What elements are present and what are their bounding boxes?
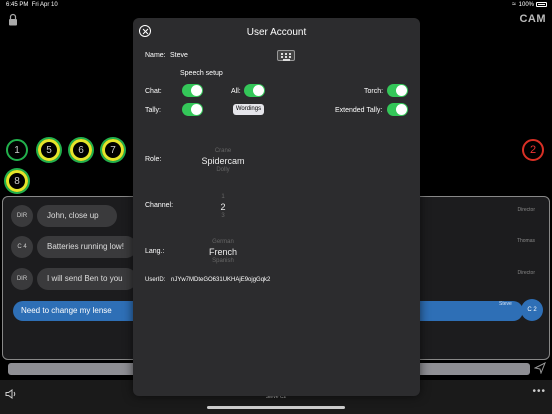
torch-toggle[interactable] — [387, 84, 408, 97]
message-bubble: Batteries running low! — [37, 236, 137, 258]
channel-label: Channel: — [145, 202, 174, 209]
message-sender: Director — [517, 207, 535, 213]
name-value[interactable]: Steve — [170, 52, 188, 59]
picker-option: 1 — [221, 194, 225, 200]
keyboard-icon[interactable] — [277, 50, 295, 61]
lock-icon[interactable] — [8, 13, 18, 26]
channel-button-6[interactable]: 6 — [70, 139, 92, 161]
picker-option: Dolly — [216, 167, 230, 173]
user-account-dialog: User Account Name: Steve Speech setup Ch… — [133, 18, 420, 396]
language-label: Lang.: — [145, 248, 165, 255]
picker-selected: French — [208, 247, 237, 257]
speech-setup-label: Speech setup — [180, 70, 223, 77]
torch-label: Torch: — [364, 88, 384, 95]
user-id-value: nJYw7MDteGO631UKHAjE9ojgGqk2 — [171, 277, 271, 283]
battery-percent: 100% — [518, 2, 534, 8]
channel-button-2[interactable]: 2 — [522, 139, 544, 161]
picker-option: German — [212, 239, 234, 245]
picker-option: 3 — [221, 213, 225, 219]
battery-icon — [536, 2, 547, 7]
channel-button-5[interactable]: 5 — [38, 139, 60, 161]
role-picker[interactable]: Crane Spidercam Dolly — [193, 147, 253, 175]
message-bubble: John, close up — [37, 205, 117, 227]
status-time: 6:45 PM Fri Apr 10 — [6, 2, 58, 8]
user-id-label: UserID: — [145, 277, 166, 283]
avatar: DIR — [11, 268, 33, 290]
chat-toggle[interactable] — [182, 84, 203, 97]
channel-picker[interactable]: 1 2 3 — [193, 193, 253, 221]
cam-label: CAM — [519, 13, 546, 25]
picker-selected: 2 — [220, 202, 226, 212]
name-label: Name: — [145, 52, 166, 59]
avatar: C 4 — [11, 236, 33, 258]
channel-button-8[interactable]: 8 — [6, 170, 28, 192]
message-sender: Steve — [499, 301, 512, 307]
channel-button-7[interactable]: 7 — [102, 139, 124, 161]
wordings-button[interactable]: Wordings — [233, 104, 264, 115]
wifi-icon: ≈ — [512, 1, 516, 8]
all-toggle[interactable] — [244, 84, 265, 97]
chat-label: Chat: — [145, 88, 162, 95]
tally-toggle[interactable] — [182, 103, 203, 116]
tally-label: Tally: — [145, 107, 161, 114]
extended-tally-toggle[interactable] — [387, 103, 408, 116]
message-bubble: I will send Ben to you — [37, 268, 137, 290]
picker-option: Crane — [214, 148, 232, 154]
all-label: All: — [231, 88, 241, 95]
extended-tally-label: Extended Tally: — [335, 107, 383, 114]
language-picker[interactable]: German French Spanish — [193, 238, 253, 266]
status-bar: 6:45 PM Fri Apr 10 ≈ 100% — [0, 0, 552, 11]
dialog-title: User Account — [246, 27, 307, 38]
picker-selected: Spidercam — [201, 156, 245, 166]
role-label: Role: — [145, 156, 162, 163]
message-sender: Director — [517, 270, 535, 276]
avatar: DIR — [11, 205, 33, 227]
message-sender: Thomas — [516, 238, 535, 244]
picker-option: Spanish — [212, 258, 234, 264]
channel-button-1[interactable]: 1 — [6, 139, 28, 161]
send-icon[interactable] — [534, 362, 546, 374]
avatar: C 2 — [521, 299, 543, 321]
home-indicator — [207, 406, 345, 409]
